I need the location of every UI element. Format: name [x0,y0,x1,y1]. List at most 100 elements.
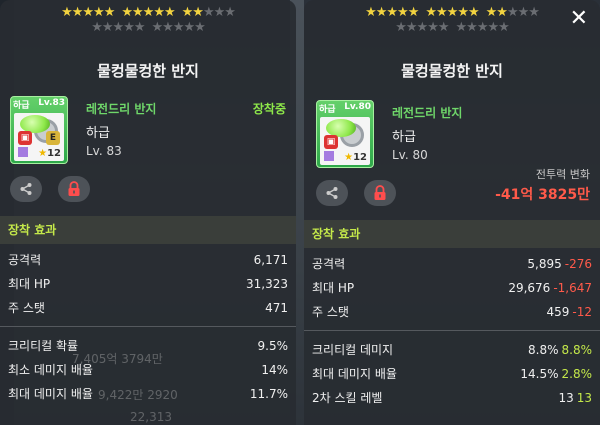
star-empty-icon: ★ [416,20,429,35]
star-filled-icon: ★ [436,5,448,20]
stat-value-group: 14.5% 2.8% [520,362,592,386]
star-filled-icon: ★ [192,5,204,20]
star-empty-icon: ★ [123,20,135,35]
stat-value-group: 459 -12 [546,300,592,324]
power-change-label: 전투력 변화 [535,168,590,181]
star-empty-icon: ★ [162,20,174,35]
item-grade: 하급 [86,126,110,141]
star-filled-icon: ★ [82,5,94,20]
star-empty-icon: ★ [455,20,468,35]
stat-row: 2차 스킬 레벨 13 13 [304,386,600,410]
stat-value: 8.8% [528,343,559,357]
stat-label: 최대 HP [8,277,51,291]
stat-diff: -1,647 [553,281,592,295]
background-text: 7,405억 3794만 [72,352,163,366]
star-empty-icon: ★ [405,20,418,35]
share-button[interactable] [10,176,42,202]
star-filled-icon: ★ [61,5,73,20]
stat-value-group: 13 13 [558,386,592,410]
stat-value: 11.7% [249,387,288,401]
star-filled-icon: ★ [93,5,105,20]
stat-value: 6,171 [253,253,288,267]
star-filled-icon: ★ [132,5,144,20]
stat-row: 공격력 5,895 -276 [304,252,600,276]
star-empty-icon: ★ [487,20,499,35]
star-empty-icon: ★ [506,5,519,20]
stat-value-group: 5,895 -276 [527,252,592,276]
icon-level-label: Lv.80 [344,102,371,112]
equip-effect-header: 장착 효과 [304,220,600,248]
rank-square-icon [324,151,334,161]
star-filled-icon: ★ [485,5,498,20]
icon-grade-label: 하급 [319,105,336,115]
stat-value: 31,323 [246,277,288,291]
star-filled-icon: ★ [467,5,480,20]
item-name: 레전드리 반지 [392,106,463,120]
star-filled-icon: ★ [181,5,194,20]
stat-value-group: 14% [261,358,288,382]
background-text: 22,313 [130,410,172,424]
star-count: ★12 [344,152,367,163]
star-filled-icon: ★ [121,5,133,20]
close-icon[interactable]: ✕ [570,8,588,30]
stat-diff: 8.8% [561,343,593,357]
lock-button[interactable] [364,180,396,206]
star-empty-icon: ★ [202,5,215,20]
compare-item-tooltip: ★★★★★ ★★★★★ ★★★★★ ★★★★★ ★★★★★ ✕ 물컹물컹한 반지 하급… [304,0,600,425]
share-button[interactable] [316,180,348,206]
lock-button[interactable] [58,176,90,202]
stat-row: 주 스탯 459 -12 [304,300,600,324]
stat-diff: 13 [576,391,592,405]
stat-value-group: 9.5% [258,334,289,358]
star-empty-icon: ★ [498,20,510,35]
stat-row: 공격력 6,171 [0,248,296,272]
stat-diff: -276 [564,257,592,271]
icon-grade-label: 하급 [13,101,30,111]
stat-row: 크리티컬 데미지 8.8% 8.8% [304,338,600,362]
star-empty-icon: ★ [91,20,103,35]
star-empty-icon: ★ [172,20,185,35]
share-icon [20,183,32,195]
lock-icon [374,185,386,200]
power-change-value: -41억 3825만 [495,187,590,203]
star-empty-icon: ★ [466,20,478,35]
star-empty-icon: ★ [213,5,226,20]
equipped-item-tooltip: ★★★★★ ★★★★★ ★★★★★ ★★★★★ ★★★★★ 물컹물컹한 반지 하급 L… [0,0,296,425]
stat-value: 29,676 [508,281,551,295]
star-force-rating: ★★★★★ ★★★★★ ★★★★★ ★★★★★ ★★★★★ [0,6,296,35]
stat-label: 최대 데미지 배율 [312,367,397,381]
item-name: 레전드리 반지 [86,102,157,116]
stat-label: 공격력 [312,257,346,271]
stat-value: 9.5% [257,339,289,353]
star-empty-icon: ★ [528,5,540,20]
background-text: 9,422만 2920 [98,388,178,402]
star-filled-icon: ★ [163,5,176,20]
star-empty-icon: ★ [183,20,195,35]
stat-diff: 2.8% [561,367,593,381]
star-empty-icon: ★ [224,5,236,20]
star-filled-icon: ★ [365,5,377,20]
stat-label: 크리티컬 확률 [8,339,79,353]
star-empty-icon: ★ [517,5,530,20]
item-grade: 하급 [392,130,416,145]
star-empty-icon: ★ [427,20,439,35]
stat-row: 최대 HP 29,676 -1,647 [304,276,600,300]
stat-label: 최대 데미지 배율 [8,387,93,401]
equipped-status: 장착중 [252,102,286,116]
star-filled-icon: ★ [375,5,388,20]
equipped-badge: E [46,131,60,145]
stats-divider [304,330,600,331]
item-icon: 하급 Lv.80 ▣ ★12 [316,100,374,168]
icon-level-label: Lv.83 [38,98,65,108]
item-title: 물컹물컹한 반지 [97,62,199,80]
stat-label: 공격력 [8,253,42,267]
stat-row: 최대 데미지 배율 14.5% 2.8% [304,362,600,386]
star-row-1: ★★★★★ ★★★★★ ★★★★★ [304,6,600,20]
stat-label: 최대 HP [312,281,355,295]
stat-value-group: 6,171 [254,248,288,272]
star-empty-icon: ★ [112,20,125,35]
star-force-rating: ★★★★★ ★★★★★ ★★★★★ ★★★★★ ★★★★★ [304,6,600,35]
star-empty-icon: ★ [395,20,407,35]
stat-diff: -12 [572,305,592,319]
star-filled-icon: ★ [457,5,469,20]
